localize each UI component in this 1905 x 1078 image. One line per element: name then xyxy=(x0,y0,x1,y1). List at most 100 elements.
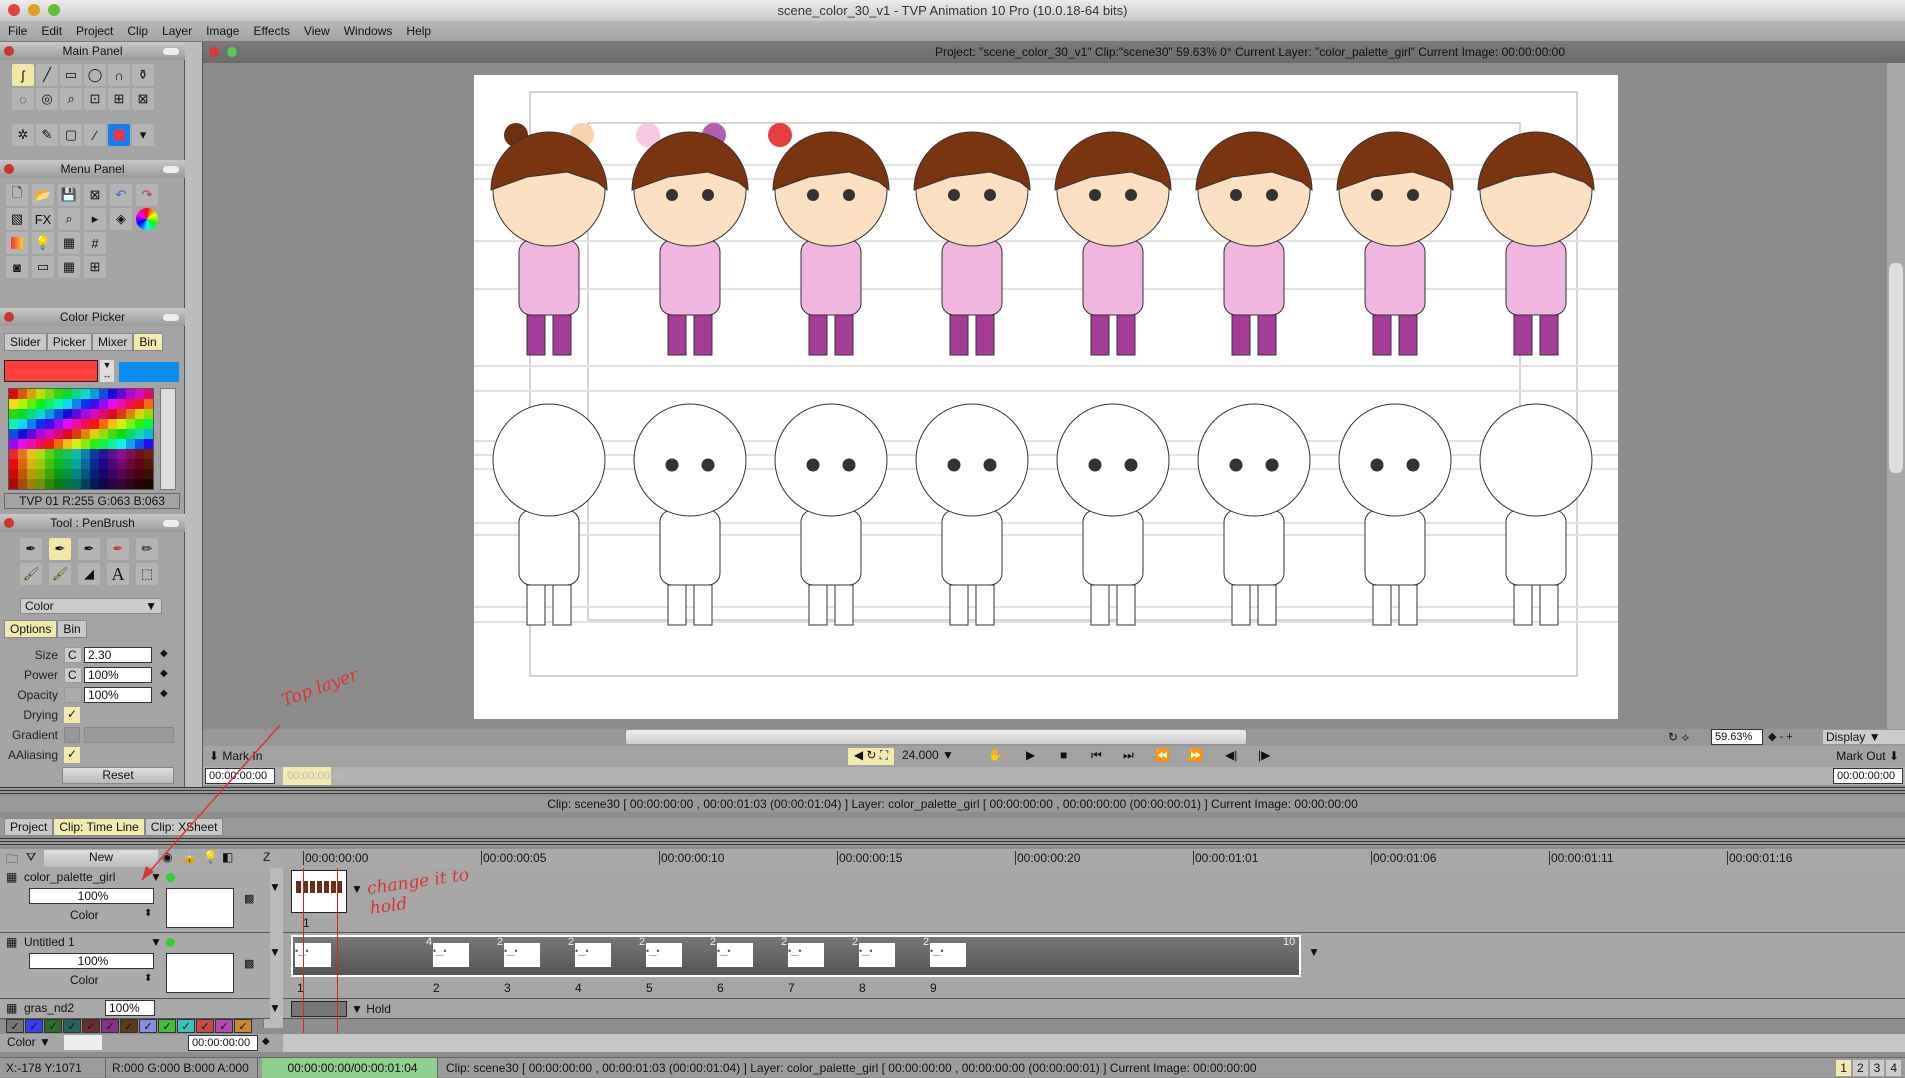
menu-view[interactable]: View xyxy=(304,21,330,41)
color-cell[interactable] xyxy=(144,469,153,479)
color-cell[interactable] xyxy=(45,439,54,449)
color-cell[interactable] xyxy=(27,389,36,399)
size-input[interactable]: 2.30 xyxy=(84,647,152,663)
color-cell[interactable] xyxy=(27,429,36,439)
color-cell[interactable] xyxy=(18,399,27,409)
color-cell[interactable] xyxy=(36,439,45,449)
color-cell[interactable] xyxy=(117,479,126,489)
color-cell[interactable] xyxy=(63,419,72,429)
color-cell[interactable] xyxy=(99,449,108,459)
collapse-icon[interactable] xyxy=(163,166,179,173)
power-stepper-icon[interactable]: ◆ xyxy=(160,668,168,679)
color-cell[interactable] xyxy=(90,419,99,429)
frame-thumbnail[interactable]: •‿• xyxy=(788,943,824,967)
color-cell[interactable] xyxy=(108,429,117,439)
color-cell[interactable] xyxy=(72,459,81,469)
timeline-timecode[interactable]: 00:00:00:00 xyxy=(188,1035,258,1051)
frame-thumbnail[interactable]: •‿• xyxy=(295,943,331,967)
color-cell[interactable] xyxy=(63,469,72,479)
color-cell[interactable] xyxy=(108,459,117,469)
color-cell[interactable] xyxy=(144,449,153,459)
color-cell[interactable] xyxy=(36,479,45,489)
color-tag-checkbox[interactable]: ✓ xyxy=(215,1019,233,1033)
color-cell[interactable] xyxy=(99,479,108,489)
color-cell[interactable] xyxy=(135,419,144,429)
play-button[interactable]: ▶ xyxy=(1026,748,1035,762)
display-dropdown[interactable]: Display ▼ xyxy=(1823,730,1905,744)
track-untitled-1[interactable]: ▼ ▼ •‿• 1 •‿• 2 •‿• 3 •‿• 4 •‿• 5 •‿• 6 •‿• 7 •‿• 8 •‿• 9… xyxy=(269,933,1905,999)
color-cell[interactable] xyxy=(117,439,126,449)
warp-tool-icon[interactable]: ⊠ xyxy=(132,88,154,110)
color-cell[interactable] xyxy=(126,429,135,439)
color-cell[interactable] xyxy=(63,439,72,449)
next-frame-button[interactable]: |▶ xyxy=(1258,748,1270,762)
mesh-icon[interactable]: ✲ xyxy=(12,124,34,146)
open-folder-icon[interactable]: 📂 xyxy=(32,184,54,206)
color-cell[interactable] xyxy=(99,419,108,429)
opacity-stepper-icon[interactable]: ◆ xyxy=(160,688,168,699)
color-cell[interactable] xyxy=(126,459,135,469)
color-cell[interactable] xyxy=(81,409,90,419)
color-cell[interactable] xyxy=(9,429,18,439)
color-cell[interactable] xyxy=(27,409,36,419)
color-cell[interactable] xyxy=(9,419,18,429)
frame-thumbnail[interactable]: •‿• xyxy=(646,943,682,967)
color-cell[interactable] xyxy=(90,449,99,459)
color-cell[interactable] xyxy=(117,409,126,419)
color-cell[interactable] xyxy=(9,439,18,449)
color-cell[interactable] xyxy=(45,449,54,459)
menu-edit[interactable]: Edit xyxy=(41,21,62,41)
color-cell[interactable] xyxy=(117,429,126,439)
color-bin-scrollbar[interactable] xyxy=(160,388,176,490)
color-cell[interactable] xyxy=(63,459,72,469)
close-panel-icon[interactable] xyxy=(4,518,14,528)
color-cell[interactable] xyxy=(90,389,99,399)
color-cell[interactable] xyxy=(144,409,153,419)
color-cell[interactable] xyxy=(54,399,63,409)
color-cell[interactable] xyxy=(90,439,99,449)
color-cell[interactable] xyxy=(99,439,108,449)
color-cell[interactable] xyxy=(81,399,90,409)
collapse-icon[interactable] xyxy=(163,314,179,321)
reset-rotation-icon[interactable]: ↻ ⟡ xyxy=(1668,730,1689,745)
frame-thumbnail[interactable]: •‿• xyxy=(859,943,895,967)
primary-color-swatch[interactable] xyxy=(4,360,98,382)
color-cell[interactable] xyxy=(90,399,99,409)
export-icon[interactable]: ⊠ xyxy=(84,184,106,206)
close-view-icon[interactable] xyxy=(209,47,219,57)
menu-image[interactable]: Image xyxy=(206,21,239,41)
color-cell[interactable] xyxy=(45,409,54,419)
color-cell[interactable] xyxy=(63,389,72,399)
timeline-ruler[interactable]: 00:00:00:00 00:00:00:05 00:00:00:10 00:00:0… xyxy=(283,849,1905,868)
tab-project[interactable]: Project xyxy=(4,818,54,836)
color-cell[interactable] xyxy=(126,439,135,449)
color-tag-checkbox[interactable]: ✓ xyxy=(139,1019,157,1033)
color-cell[interactable] xyxy=(45,479,54,489)
track-color-palette-girl[interactable]: ▼ ▼ 1 xyxy=(269,868,1905,933)
color-cell[interactable] xyxy=(108,409,117,419)
penbrush-icon[interactable]: ✒ xyxy=(49,538,71,560)
color-cell[interactable] xyxy=(144,479,153,489)
fx-button[interactable]: FX xyxy=(32,208,54,230)
transform-tool-icon[interactable]: ⊞ xyxy=(108,88,130,110)
color-cell[interactable] xyxy=(90,429,99,439)
color-cell[interactable] xyxy=(99,469,108,479)
menu-layer[interactable]: Layer xyxy=(162,21,192,41)
color-cell[interactable] xyxy=(72,449,81,459)
gradient-icon[interactable] xyxy=(6,232,28,254)
color-cell[interactable] xyxy=(36,469,45,479)
color-tag-checkbox[interactable]: ✓ xyxy=(44,1019,62,1033)
color-cell[interactable] xyxy=(108,439,117,449)
color-cell[interactable] xyxy=(54,479,63,489)
color-cell[interactable] xyxy=(9,459,18,469)
canvas[interactable] xyxy=(474,75,1618,719)
color-cell[interactable] xyxy=(27,469,36,479)
horizontal-scrollbar[interactable] xyxy=(626,730,1246,744)
power-input[interactable]: 100% xyxy=(84,667,152,683)
color-cell[interactable] xyxy=(54,389,63,399)
grid-tool-icon[interactable]: # xyxy=(84,232,106,254)
vertical-scrollbar[interactable] xyxy=(1887,63,1905,729)
redo-icon[interactable]: ↷ xyxy=(136,184,158,206)
color-cell[interactable] xyxy=(144,399,153,409)
color-cell[interactable] xyxy=(81,449,90,459)
